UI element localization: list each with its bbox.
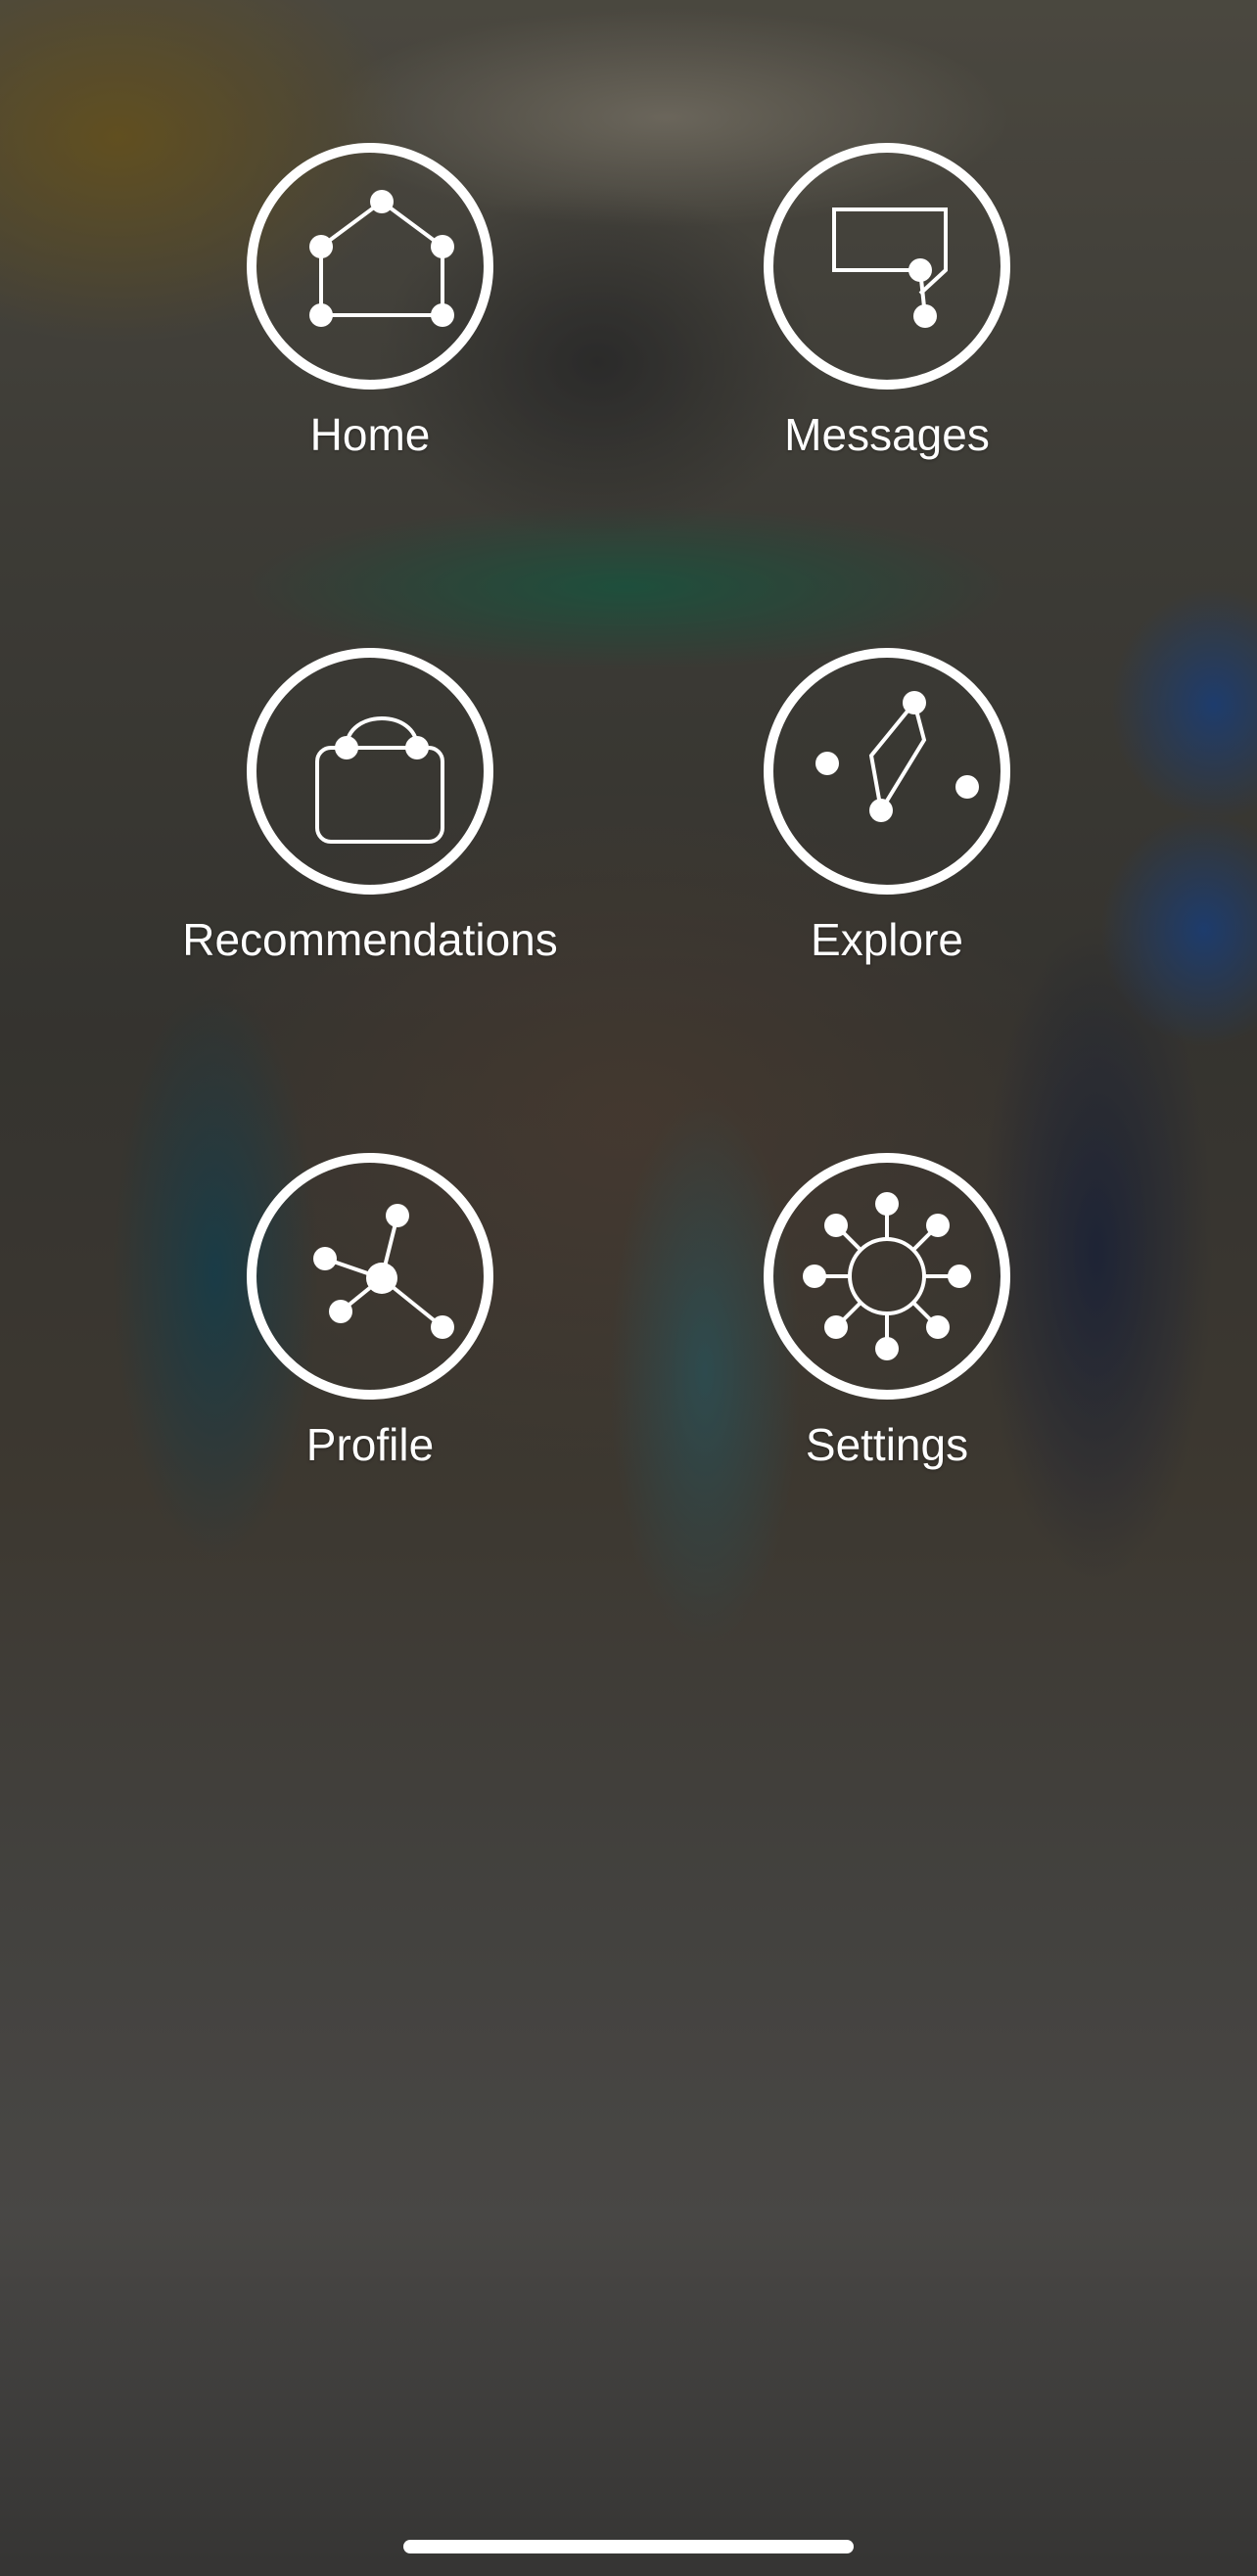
profile-button-circle[interactable] bbox=[247, 1153, 493, 1400]
explore-icon bbox=[815, 691, 979, 822]
settings-label: Settings bbox=[805, 1419, 969, 1470]
menu-item-explore[interactable]: Explore bbox=[672, 648, 1102, 965]
home-indicator-bar[interactable] bbox=[403, 2540, 854, 2553]
recommendations-button-circle[interactable] bbox=[247, 648, 493, 895]
menu-item-home[interactable]: Home bbox=[155, 143, 585, 460]
home-label: Home bbox=[309, 409, 431, 460]
menu-item-profile[interactable]: Profile bbox=[155, 1153, 585, 1470]
shopping-bag-icon bbox=[315, 716, 444, 844]
profile-label: Profile bbox=[305, 1419, 435, 1470]
messages-icon bbox=[832, 207, 948, 328]
home-button-circle[interactable] bbox=[247, 143, 493, 390]
menu-item-settings[interactable]: Settings bbox=[672, 1153, 1102, 1470]
messages-button-circle[interactable] bbox=[764, 143, 1010, 390]
settings-button-circle[interactable] bbox=[764, 1153, 1010, 1400]
menu-item-recommendations[interactable]: Recommendations bbox=[155, 648, 585, 965]
home-icon bbox=[309, 190, 454, 327]
menu-item-messages[interactable]: Messages bbox=[672, 143, 1102, 460]
recommendations-label: Recommendations bbox=[182, 914, 558, 965]
explore-label: Explore bbox=[811, 914, 963, 965]
messages-label: Messages bbox=[784, 409, 990, 460]
settings-hub-icon bbox=[803, 1192, 971, 1360]
explore-button-circle[interactable] bbox=[764, 648, 1010, 895]
profile-network-icon bbox=[313, 1204, 454, 1339]
